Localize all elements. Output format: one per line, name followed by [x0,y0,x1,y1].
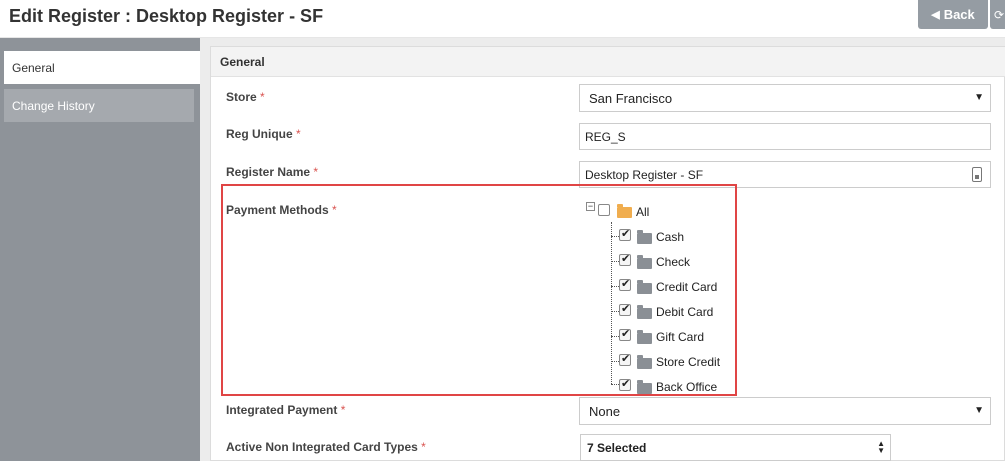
reg-unique-label: Reg Unique * [226,127,301,141]
register-name-label: Register Name * [226,165,318,179]
card-types-label: Active Non Integrated Card Types * [226,440,426,454]
tree-item-all[interactable]: All [636,205,649,219]
tree-item-gift-card[interactable]: Gift Card [656,330,704,344]
page-title: Edit Register : Desktop Register - SF [9,6,324,26]
sidebar: General Change History [0,38,200,461]
keypad-icon[interactable] [972,167,982,182]
folder-icon [637,330,652,344]
tree-connector [611,311,619,312]
back-button-label: Back [943,7,975,22]
refresh-button[interactable]: ⟳ [990,0,1005,29]
gift-card-checkbox[interactable] [619,327,631,341]
title-bar: Edit Register : Desktop Register - SF ◀ … [0,0,1005,38]
folder-open-icon [617,204,632,218]
integrated-payment-label: Integrated Payment * [226,403,345,417]
integrated-payment-select[interactable]: None ▼ [579,397,991,425]
sidebar-item-label: Change History [12,98,95,113]
payment-methods-label: Payment Methods * [226,203,337,217]
tree-connector [611,361,619,362]
back-office-checkbox[interactable] [619,377,631,391]
tree-connector [611,384,619,385]
card-types-value: 7 Selected [587,440,647,455]
folder-icon [637,380,652,394]
register-name-label-text: Register Name [226,165,311,179]
tree-connector [611,236,619,237]
tree-connector [611,336,619,337]
sidebar-item-general[interactable]: General [4,51,200,84]
integrated-payment-label-text: Integrated Payment [226,403,338,417]
required-marker: * [421,440,426,454]
refresh-icon: ⟳ [994,7,1005,22]
required-marker: * [332,203,337,217]
collapse-toggle-icon[interactable]: − [586,202,595,211]
store-credit-checkbox[interactable] [619,352,631,366]
tree-item-debit-card[interactable]: Debit Card [656,305,713,319]
all-checkbox[interactable] [598,204,610,216]
integrated-payment-value: None [589,403,621,419]
back-button[interactable]: ◀ Back [918,0,988,29]
reg-unique-label-text: Reg Unique [226,127,293,141]
debit-card-checkbox[interactable] [619,302,631,316]
store-select[interactable]: San Francisco ▼ [579,84,991,112]
register-name-value: Desktop Register - SF [585,167,704,182]
required-marker: * [296,127,301,141]
reg-unique-value: REG_S [585,129,626,144]
reg-unique-input[interactable]: REG_S [579,123,991,150]
folder-icon [637,305,652,319]
folder-icon [637,255,652,269]
required-marker: * [313,165,319,179]
tree-item-back-office[interactable]: Back Office [656,380,717,394]
required-marker: * [340,403,346,417]
up-down-icon: ▲ ▼ [877,439,885,455]
required-marker: * [260,90,265,104]
tree-item-credit-card[interactable]: Credit Card [656,280,717,294]
store-select-value: San Francisco [589,90,673,106]
arrow-left-icon: ◀ [931,9,940,21]
store-label-text: Store [226,90,257,104]
sidebar-item-label: General [12,60,55,75]
caret-down-icon: ▼ [974,405,984,416]
panel-title: General [211,47,1005,77]
folder-icon [637,355,652,369]
sidebar-item-change-history[interactable]: Change History [4,89,194,122]
caret-down-icon: ▼ [974,92,984,103]
store-label: Store * [226,90,265,104]
card-types-label-text: Active Non Integrated Card Types [226,440,418,454]
cash-checkbox[interactable] [619,227,631,241]
card-types-multiselect[interactable]: 7 Selected ▲ ▼ [580,434,891,461]
tree-connector [611,261,619,262]
folder-icon [637,230,652,244]
check-checkbox[interactable] [619,252,631,266]
tree-connector [611,286,619,287]
credit-card-checkbox[interactable] [619,277,631,291]
tree-connector [611,222,612,384]
tree-item-store-credit[interactable]: Store Credit [656,355,720,369]
tree-item-check[interactable]: Check [656,255,690,269]
payment-methods-label-text: Payment Methods [226,203,329,217]
tree-item-cash[interactable]: Cash [656,230,684,244]
folder-icon [637,280,652,294]
